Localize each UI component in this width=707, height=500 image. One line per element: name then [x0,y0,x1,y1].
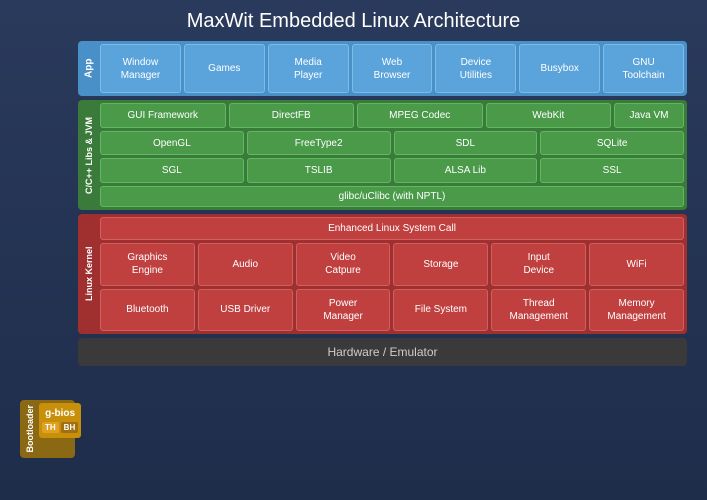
app-layer: App WindowManager Games MediaPlayer WebB… [78,41,687,96]
lib-freetype2: FreeType2 [247,131,391,156]
kernel-memory-mgmt: MemoryManagement [589,289,684,332]
lib-alsa: ALSA Lib [394,158,538,183]
kernel-thread-mgmt: ThreadManagement [491,289,586,332]
main-container: MaxWit Embedded Linux Architecture Bootl… [0,0,707,500]
libs-row-2: OpenGL FreeType2 SDL SQLite [100,131,684,156]
app-cell-device-utilities: DeviceUtilities [435,44,516,93]
kernel-graphics-engine: GraphicsEngine [100,243,195,286]
gbios-tags: TH BH [42,422,78,433]
kernel-video-capture: VideoCatpure [296,243,391,286]
lib-sdl: SDL [394,131,538,156]
lib-directfb: DirectFB [229,103,355,128]
libs-layer-label: C/C++ Libs & JVM [81,103,97,207]
libs-row-3: SGL TSLIB ALSA Lib SSL [100,158,684,183]
gbios-cell: g-bios TH BH [39,403,81,438]
app-cell-window-manager: WindowManager [100,44,181,93]
bootloader-label: Bootloader [23,403,37,455]
kernel-input-device: InputDevice [491,243,586,286]
lib-java-vm: Java VM [614,103,684,128]
kernel-audio: Audio [198,243,293,286]
kernel-wifi: WiFi [589,243,684,286]
lib-sgl: SGL [100,158,244,183]
libs-row-1: GUI Framework DirectFB MPEG Codec WebKit… [100,103,684,128]
lib-sqlite: SQLite [540,131,684,156]
lib-tslib: TSLIB [247,158,391,183]
bh-tag: BH [61,422,79,433]
lib-gui-framework: GUI Framework [100,103,226,128]
architecture-layout: Bootloader g-bios TH BH [20,41,687,490]
app-cell-web-browser: WebBrowser [352,44,433,93]
page-title: MaxWit Embedded Linux Architecture [187,10,521,33]
th-tag: TH [42,422,59,433]
enhanced-syscall-row: Enhanced Linux System Call [100,217,684,240]
app-cells: WindowManager Games MediaPlayer WebBrows… [100,44,684,93]
lib-mpeg-codec: MPEG Codec [357,103,483,128]
app-cell-gnu-toolchain: GNUToolchain [603,44,684,93]
lib-webkit: WebKit [486,103,612,128]
kernel-row-2: Bluetooth USB Driver PowerManager File S… [100,289,684,332]
app-cell-media-player: MediaPlayer [268,44,349,93]
kernel-storage: Storage [393,243,488,286]
kernel-file-system: File System [393,289,488,332]
bootloader-block: Bootloader g-bios TH BH [20,400,75,458]
kernel-bluetooth: Bluetooth [100,289,195,332]
hardware-layer: Hardware / Emulator [78,338,687,366]
kernel-row-1: GraphicsEngine Audio VideoCatpure Storag… [100,243,684,286]
glibc-row: glibc/uClibc (with NPTL) [100,186,684,207]
lib-opengl: OpenGL [100,131,244,156]
bootloader-column: Bootloader g-bios TH BH [20,41,75,490]
app-layer-label: App [81,44,97,93]
libs-layer: C/C++ Libs & JVM GUI Framework DirectFB … [78,100,687,210]
lib-ssl: SSL [540,158,684,183]
kernel-layer-label: Linux Kernel [81,217,97,331]
app-cell-busybox: Busybox [519,44,600,93]
kernel-cells: Enhanced Linux System Call GraphicsEngin… [100,217,684,331]
libs-cells: GUI Framework DirectFB MPEG Codec WebKit… [100,103,684,207]
kernel-power-manager: PowerManager [296,289,391,332]
gbios-label: g-bios [45,408,75,419]
hardware-text: Hardware / Emulator [327,345,437,359]
kernel-usb-driver: USB Driver [198,289,293,332]
kernel-layer: Linux Kernel Enhanced Linux System Call … [78,214,687,334]
app-cell-games: Games [184,44,265,93]
main-content: App WindowManager Games MediaPlayer WebB… [78,41,687,490]
